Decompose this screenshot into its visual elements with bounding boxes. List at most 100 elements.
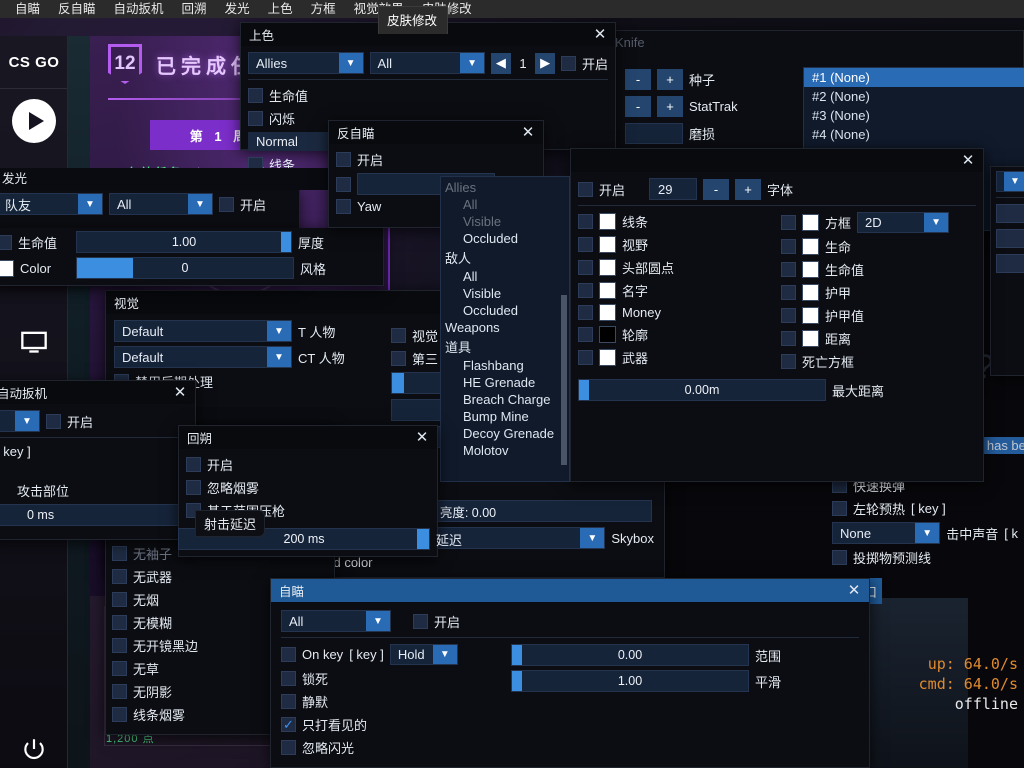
tree-item[interactable]: Flashbang <box>441 357 569 374</box>
aimbot-smooth-slider[interactable]: 1.00 <box>511 670 749 692</box>
window-glow-titlebar[interactable]: 发光 <box>0 168 330 190</box>
menu-item-aimbot[interactable]: 自瞄 <box>6 0 49 18</box>
esp-name-checkbox[interactable] <box>578 283 593 298</box>
removal-checkbox-12[interactable] <box>112 707 127 722</box>
chams-health-checkbox[interactable] <box>248 88 263 103</box>
chams-flash-checkbox[interactable] <box>248 111 263 126</box>
aimbot-onkey-mode-dropdown[interactable]: Hold▼ <box>390 644 458 665</box>
menu-item-box[interactable]: 方框 <box>302 0 345 18</box>
prev-button[interactable]: ◀ <box>491 53 511 74</box>
esp-armorvalue-checkbox[interactable] <box>781 308 796 323</box>
right-cut-dropdown[interactable]: ▼ <box>996 171 1024 192</box>
tree-item[interactable]: 道具 <box>441 336 569 357</box>
close-icon[interactable]: ✕ <box>591 27 609 42</box>
misc-grenadepred-checkbox[interactable] <box>832 550 847 565</box>
close-icon[interactable]: ✕ <box>413 430 431 445</box>
tree-item[interactable]: 敌人 <box>441 247 569 268</box>
tree-item[interactable]: Breach Charge <box>441 391 569 408</box>
right-cut-checkbox-3[interactable] <box>996 254 1024 273</box>
chevron-down-icon[interactable]: ▼ <box>366 611 390 631</box>
visual-ct-model-dropdown[interactable]: Default▼ <box>114 346 292 368</box>
esp-outline-color-swatch[interactable] <box>599 326 616 343</box>
esp-box-type-dropdown[interactable]: 2D▼ <box>857 212 949 233</box>
chams-scope-dropdown[interactable]: All▼ <box>370 52 486 74</box>
trigger-mode-dropdown[interactable]: ▼ <box>0 410 40 432</box>
trigger-key-label[interactable]: [ key ] <box>0 444 188 459</box>
close-icon[interactable]: ✕ <box>845 583 863 598</box>
visual-right-slider-1[interactable] <box>391 372 441 394</box>
antiaim-pitch-checkbox[interactable] <box>336 177 351 192</box>
esp-headdot-color-swatch[interactable] <box>599 259 616 276</box>
esp-money-checkbox[interactable] <box>578 305 593 320</box>
glow-style-slider[interactable]: 0 <box>76 257 294 279</box>
esp-hp-checkbox[interactable] <box>781 239 796 254</box>
aimbot-enable-checkbox[interactable] <box>413 614 428 629</box>
aimbot-silent-checkbox[interactable] <box>281 694 296 709</box>
chevron-down-icon[interactable]: ▼ <box>188 194 212 214</box>
tree-item[interactable]: Molotov <box>441 442 569 459</box>
trigger-enable-checkbox[interactable] <box>46 414 61 429</box>
power-icon[interactable] <box>0 726 68 768</box>
close-icon[interactable]: ✕ <box>959 153 977 168</box>
esp-armor-color-swatch[interactable] <box>802 284 819 301</box>
aimbot-noflash-checkbox[interactable] <box>281 740 296 755</box>
misc-revolver-key[interactable]: [ key ] <box>911 501 946 516</box>
list-item[interactable]: #2 (None) <box>804 87 1024 106</box>
chevron-down-icon[interactable]: ▼ <box>15 411 39 431</box>
glow-scope-dropdown[interactable]: All▼ <box>109 193 213 215</box>
window-aimbot-titlebar[interactable]: 自瞄 ✕ <box>271 579 869 602</box>
trigger-delay-slider[interactable]: 0 ms <box>0 504 196 526</box>
esp-deathbox-checkbox[interactable] <box>781 354 796 369</box>
removal-checkbox-7[interactable] <box>112 592 127 607</box>
close-icon[interactable]: ✕ <box>171 385 189 400</box>
esp-font-plus-button[interactable]: + <box>735 179 761 200</box>
chevron-down-icon[interactable]: ▼ <box>433 645 457 664</box>
removal-checkbox-10[interactable] <box>112 661 127 676</box>
esp-weapon-checkbox[interactable] <box>578 350 593 365</box>
dropdown-tree-list[interactable]: Allies All Visible Occluded 敌人 All Visib… <box>440 176 570 482</box>
stattrak-plus-button[interactable]: + <box>657 96 683 117</box>
tree-item[interactable]: Visible <box>441 285 569 302</box>
esp-armorvalue-color-swatch[interactable] <box>802 307 819 324</box>
chevron-down-icon[interactable]: ▼ <box>915 523 939 543</box>
esp-distance-color-swatch[interactable] <box>802 330 819 347</box>
wear-slider[interactable] <box>625 123 683 144</box>
aimbot-fov-slider[interactable]: 0.00 <box>511 644 749 666</box>
glow-health-checkbox[interactable] <box>0 235 12 250</box>
tree-item[interactable]: Occluded <box>441 230 569 247</box>
chams-enable-checkbox[interactable] <box>561 56 576 71</box>
esp-box-checkbox[interactable] <box>781 215 796 230</box>
menu-item-chams[interactable]: 上色 <box>259 0 302 18</box>
antiaim-yaw-checkbox[interactable] <box>336 199 351 214</box>
window-antiaim-titlebar[interactable]: 反自瞄 ✕ <box>329 121 543 144</box>
glow-team-dropdown[interactable]: 队友▼ <box>0 193 103 215</box>
tree-item[interactable]: Allies <box>441 179 569 196</box>
play-button[interactable] <box>0 98 68 144</box>
aimbot-onkey-key[interactable]: [ key ] <box>349 647 384 662</box>
tree-item[interactable]: Occluded <box>441 302 569 319</box>
stattrak-minus-button[interactable]: - <box>625 96 651 117</box>
esp-lines-color-swatch[interactable] <box>599 213 616 230</box>
tree-item[interactable]: Weapons <box>441 319 569 336</box>
menu-item-antiaim[interactable]: 反自瞄 <box>49 0 105 18</box>
next-button[interactable]: ▶ <box>535 53 555 74</box>
chams-team-dropdown[interactable]: Allies▼ <box>248 52 364 74</box>
list-item[interactable]: #3 (None) <box>804 106 1024 125</box>
misc-hitsound-dropdown[interactable]: None▼ <box>832 522 940 544</box>
tree-item[interactable]: All <box>441 196 569 213</box>
tree-item[interactable]: Visible <box>441 213 569 230</box>
window-backtrack-titlebar[interactable]: 回朔 ✕ <box>179 426 437 449</box>
window-esp-titlebar[interactable]: ✕ <box>571 149 983 172</box>
glow-thickness-slider[interactable]: 1.00 <box>76 231 292 253</box>
removal-checkbox-11[interactable] <box>112 684 127 699</box>
backtrack-enable-checkbox[interactable] <box>186 457 201 472</box>
aimbot-onkey-checkbox[interactable] <box>281 647 296 662</box>
esp-enable-checkbox[interactable] <box>578 182 593 197</box>
esp-hp-color-swatch[interactable] <box>802 238 819 255</box>
removal-checkbox-5[interactable] <box>112 546 127 561</box>
close-icon[interactable]: ✕ <box>519 125 537 140</box>
esp-hpvalue-color-swatch[interactable] <box>802 261 819 278</box>
esp-font-value[interactable]: 29 <box>649 178 697 200</box>
esp-box-color-swatch[interactable] <box>802 214 819 231</box>
chevron-down-icon[interactable]: ▼ <box>924 213 948 232</box>
